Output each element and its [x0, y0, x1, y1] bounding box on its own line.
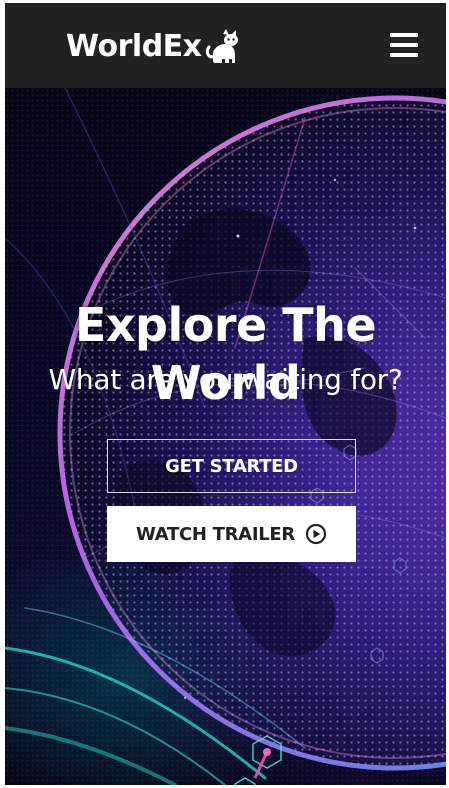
get-started-button[interactable]: GET STARTED	[107, 439, 356, 493]
menu-bar-bottom	[390, 53, 418, 57]
get-started-label: GET STARTED	[165, 455, 298, 477]
menu-bar-middle	[390, 43, 418, 47]
navbar: WorldEx	[5, 3, 446, 88]
watch-trailer-label: WATCH TRAILER	[136, 523, 295, 545]
brand-name: WorldEx	[66, 29, 202, 64]
play-circle-icon	[305, 523, 327, 545]
app-frame: WorldEx Explore The World What are you w…	[5, 3, 446, 785]
hamburger-menu-icon[interactable]	[385, 31, 423, 65]
hero-section: Explore The World What are you waiting f…	[5, 88, 446, 785]
hero-subtitle: What are you waiting for?	[48, 363, 403, 396]
cat-icon	[205, 29, 238, 63]
menu-bar-top	[390, 33, 418, 37]
globe-background-image	[5, 88, 446, 785]
brand-logo-link[interactable]: WorldEx	[66, 27, 241, 67]
watch-trailer-button[interactable]: WATCH TRAILER	[107, 506, 356, 562]
